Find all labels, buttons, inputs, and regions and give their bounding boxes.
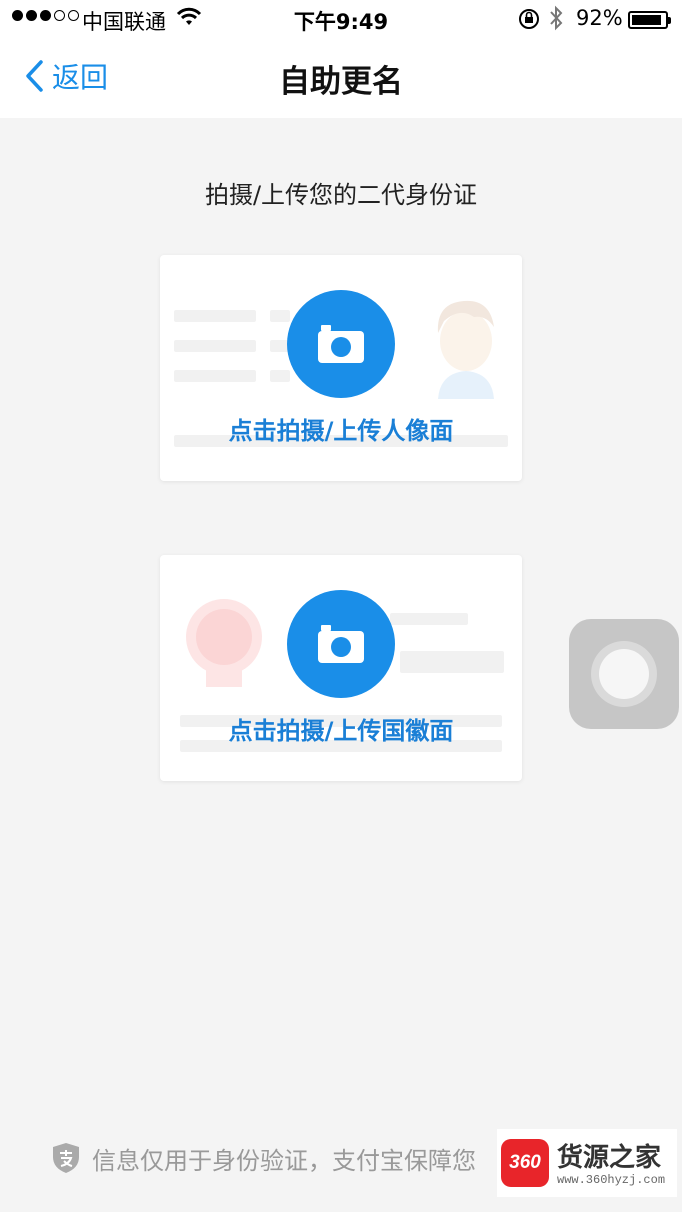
watermark: 360 货源之家 www.360hyzj.com [497,1129,677,1197]
watermark-name: 货源之家 [557,1143,662,1173]
status-bar: 中国联通 下午9:49 92% [0,0,682,38]
alipay-shield-icon [53,1143,79,1173]
placeholder-line [174,340,256,352]
camera-button[interactable] [287,290,395,398]
instruction-text: 拍摄/上传您的二代身份证 [204,181,478,209]
placeholder-line [174,370,256,382]
camera-icon [318,325,364,363]
bluetooth-icon [548,5,564,36]
watermark-url: www.360hyzj.com [557,1173,666,1187]
nav-bar: 返回 自助更名 [0,38,682,118]
security-note: 信息仅用于身份验证，支付宝保障您 [52,1140,476,1176]
battery-percentage: 92% [576,6,623,30]
placeholder-line [174,310,256,322]
camera-button[interactable] [287,590,395,698]
upload-emblem-side-card[interactable]: 点击拍摄/上传国徽面 [160,555,522,781]
rotation-lock-icon [517,7,541,36]
page-title: 自助更名 [279,64,403,100]
camera-icon [318,625,364,663]
upload-portrait-label: 点击拍摄/上传人像面 [228,417,454,445]
placeholder-line [400,651,504,673]
portrait-avatar-icon [437,300,494,399]
placeholder-line [270,370,290,382]
upload-emblem-label: 点击拍摄/上传国徽面 [228,717,454,745]
watermark-logo: 360 [501,1139,549,1187]
upload-portrait-side-card[interactable]: 点击拍摄/上传人像面 [160,255,522,481]
placeholder-line [390,613,468,625]
assistive-touch-button[interactable] [569,619,679,729]
national-emblem-icon [186,599,262,687]
battery-icon [628,11,671,29]
security-note-text: 信息仅用于身份验证，支付宝保障您 [92,1146,476,1175]
placeholder-line [270,310,290,322]
